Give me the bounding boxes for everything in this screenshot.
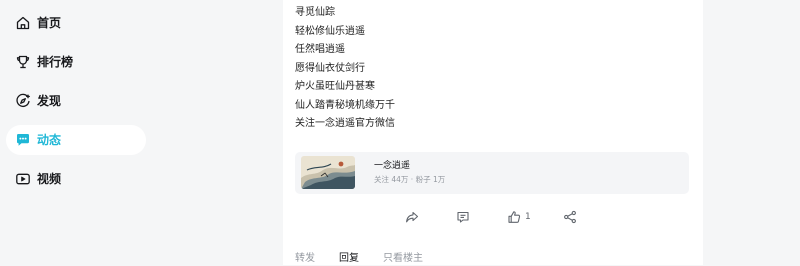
sidebar: 首页 排行榜 发现 动态 视频 [0,0,160,265]
message-icon [15,132,31,148]
tab-reply[interactable]: 回复 [339,252,359,266]
sidebar-item-home[interactable]: 首页 [6,8,146,38]
trophy-icon [15,54,31,70]
discover-icon [15,93,31,109]
post-text-line: 任然唱逍遥 [295,44,345,55]
like-button[interactable]: 1 [507,210,531,224]
sidebar-item-label: 动态 [37,133,62,147]
tab-forward[interactable]: 转发 [295,252,315,266]
sidebar-item-dynamics[interactable]: 动态 [6,125,146,155]
post-text-line: 愿得仙衣仗剑行 [295,62,365,74]
home-icon [15,15,31,31]
sidebar-item-label: 首页 [37,16,62,30]
post-text-line: 关注一念逍遥官方微信 [295,118,395,129]
post-text-line: 轻松修仙乐逍遥 [295,25,365,37]
post-text-line: 炉火虽旺仙丹甚寒 [295,81,375,92]
comment-icon [457,211,469,223]
sidebar-item-ranking[interactable]: 排行榜 [6,47,146,77]
card-title: 一念逍遥 [374,161,411,171]
tab-author-only[interactable]: 只看楼主 [383,252,423,266]
sidebar-item-label: 视频 [37,172,62,186]
card-stats: 关注 44万 · 粉子 1万 [374,175,446,184]
forward-icon [406,211,419,223]
sidebar-item-discover[interactable]: 发现 [6,86,146,116]
reply-tabs: 转发 回复 只看楼主 [295,252,447,266]
share-forward-button[interactable] [405,210,419,224]
post-text-line: 仙人踏青秘境机缘万千 [295,99,395,111]
post-panel: 寻觅仙踪 轻松修仙乐逍遥 任然唱逍遥 愿得仙衣仗剑行 炉火虽旺仙丹甚寒 仙人踏青… [283,0,703,265]
share-icon [564,210,576,224]
like-count: 1 [525,212,531,222]
comment-button[interactable] [456,210,470,224]
sidebar-item-label: 排行榜 [37,55,74,69]
video-icon [15,171,31,187]
post-text-line: 寻觅仙踪 [295,7,335,18]
thumbs-up-icon [508,211,521,223]
sidebar-item-video[interactable]: 视频 [6,164,146,194]
share-button[interactable] [563,210,577,224]
linked-card[interactable]: 一念逍遥 关注 44万 · 粉子 1万 [295,152,689,194]
card-thumbnail [301,156,355,189]
post-content: 寻觅仙踪 轻松修仙乐逍遥 任然唱逍遥 愿得仙衣仗剑行 炉火虽旺仙丹甚寒 仙人踏青… [295,4,395,134]
post-actions: 1 [283,208,703,228]
sidebar-item-label: 发现 [37,94,62,108]
